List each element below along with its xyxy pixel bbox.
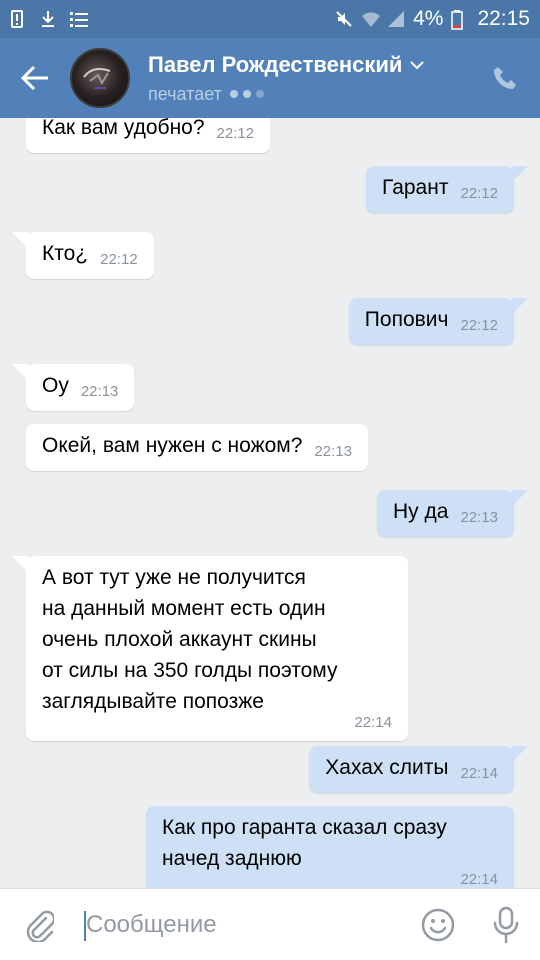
message-outgoing[interactable]: Попович 22:12 [348, 298, 528, 345]
message-text: Оу [42, 374, 69, 397]
message-time: 22:13 [80, 383, 119, 400]
message-time: 22:14 [460, 765, 498, 782]
message-text: Окей, вам нужен с ножом? [42, 434, 303, 457]
message-text: Кто¿ [42, 242, 89, 265]
message-time: 22:12 [460, 317, 498, 334]
message-incoming[interactable]: Окей, вам нужен с ножом? 22:13 [26, 424, 368, 471]
attach-button[interactable] [0, 908, 78, 942]
typing-status: печатает [148, 83, 222, 104]
status-bar: 4% 22:15 [0, 0, 540, 38]
message-input[interactable]: Сообщение [78, 905, 404, 945]
typing-dots-icon [229, 90, 264, 98]
message-text: А вот тут уже не получится на данный мом… [42, 566, 338, 713]
list-icon [70, 10, 88, 28]
message-time: 22:12 [216, 125, 255, 142]
message-list[interactable]: Как вам удобно? 22:12 Гарант 22:12 Кто¿ 22:… [0, 118, 540, 888]
message-outgoing[interactable]: Хахах слиты 22:14 [309, 746, 528, 793]
message-time: 22:12 [460, 185, 498, 202]
message-text: Ну да [393, 500, 449, 523]
arrow-left-icon [20, 65, 48, 91]
paperclip-icon [26, 910, 54, 942]
message-outgoing[interactable]: Как про гаранта сказал сразу начед задню… [146, 806, 514, 888]
message-input-placeholder: Сообщение [86, 910, 217, 938]
message-time: 22:13 [314, 443, 352, 460]
battery-icon [451, 10, 469, 30]
call-button[interactable] [470, 38, 540, 118]
message-time: 22:14 [354, 714, 392, 731]
battery-percent: 4% [413, 7, 444, 30]
clock: 22:15 [477, 7, 530, 30]
signal-icon [387, 10, 405, 28]
back-button[interactable] [0, 38, 70, 118]
text-cursor [84, 910, 86, 941]
message-outgoing[interactable]: Ну да 22:13 [377, 490, 528, 537]
mute-icon [335, 10, 353, 28]
download-icon [40, 10, 56, 28]
phone-icon [494, 67, 516, 89]
contact-info[interactable]: Павел Рождественский печатает [148, 52, 470, 105]
message-incoming[interactable]: Как вам удобно? 22:12 [26, 118, 271, 153]
chevron-down-icon [410, 60, 425, 69]
message-time: 22:12 [100, 251, 138, 268]
avatar[interactable] [70, 48, 130, 108]
microphone-icon [493, 906, 519, 943]
message-text: Попович [364, 308, 449, 331]
chat-header: Павел Рождественский печатает [0, 38, 540, 118]
compose-bar: Сообщение [0, 888, 540, 960]
contact-name: Павел Рождественский [148, 51, 403, 77]
message-outgoing[interactable]: Гарант 22:12 [366, 166, 528, 213]
message-incoming[interactable]: А вот тут уже не получится на данный мом… [12, 556, 408, 741]
message-time: 22:13 [460, 509, 498, 526]
message-time: 22:14 [460, 871, 498, 888]
message-text: Как про гаранта сказал сразу начед задню… [162, 816, 447, 870]
wifi-icon [361, 10, 381, 28]
emoji-button[interactable] [404, 907, 472, 943]
message-text: Как вам удобно? [42, 118, 205, 139]
message-text: Хахах слиты [325, 756, 449, 779]
message-incoming[interactable]: Кто¿ 22:12 [12, 232, 154, 279]
message-text: Гарант [382, 176, 449, 199]
voice-button[interactable] [472, 906, 540, 944]
smile-icon [421, 908, 455, 941]
notification-icon [10, 10, 26, 28]
message-incoming[interactable]: Оу 22:13 [12, 364, 135, 411]
